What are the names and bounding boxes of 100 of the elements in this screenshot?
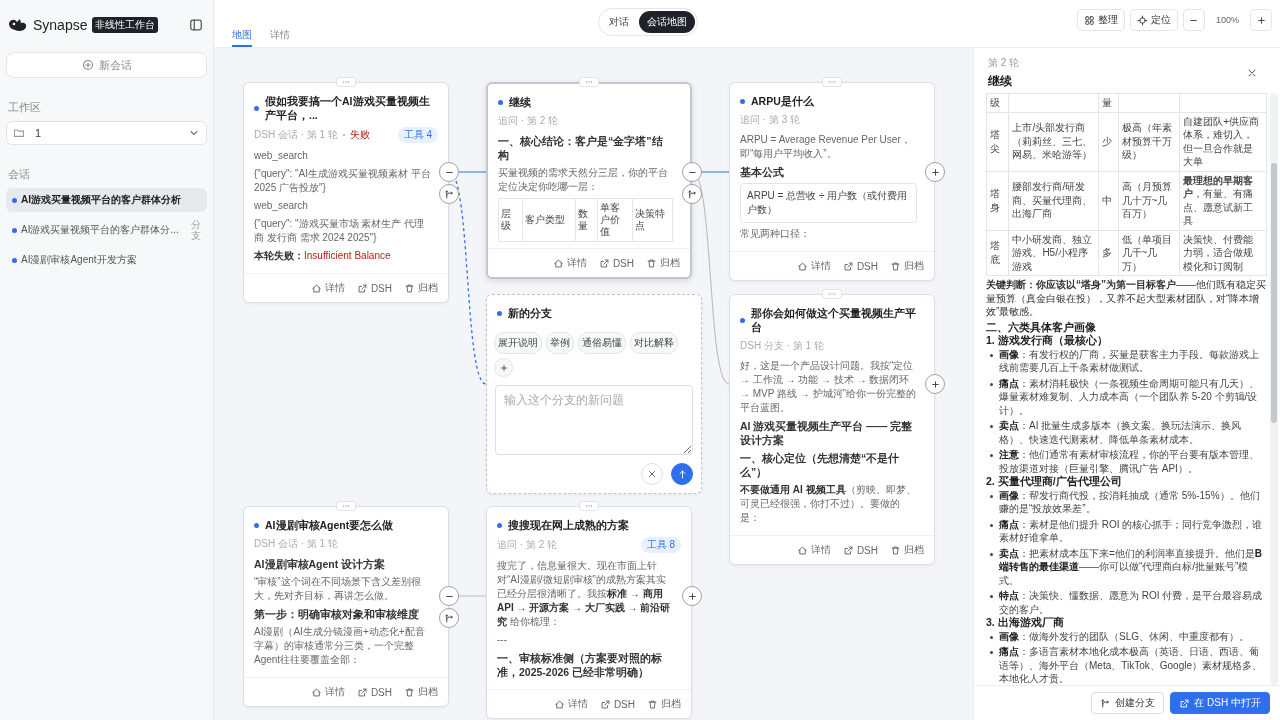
expand-button[interactable] bbox=[925, 162, 945, 182]
collapse-button[interactable] bbox=[439, 162, 459, 182]
prompt-chip[interactable]: 通俗易懂 bbox=[578, 332, 626, 354]
node-card[interactable]: 搜搜现在网上成熟的方案 追问 · 第 2 轮 工具 8 搜完了，信息量很大。现在市面上针对“AI漫剧/微短剧审核”的成熟方案其实已经分层很清晰了。我按标准 → 商用API → 开源方案 → 大厂实践 → 前沿研究 给你梳理： --- 一、审核标准侧（方案要对照的标准，2025-2026 已经非常明确） 详情 DSH 归档 bbox=[486, 506, 692, 719]
branch-icon bbox=[443, 188, 455, 200]
node-card[interactable]: 继续 追问 · 第 2 轮 一、核心结论：客户是“金字塔”结构 买量视频的需求天然分三层，你的平台定位决定你吃哪一层： 层级 客户类型 数量 单客户价值 决策特点 详情 DSH 归档 bbox=[486, 82, 692, 279]
node-action[interactable]: 归档 bbox=[646, 256, 680, 270]
bullet-dot bbox=[497, 522, 502, 528]
section-heading: 第一步：明确审核对象和审核维度 bbox=[254, 607, 420, 621]
table-cell: 塔尖 bbox=[986, 112, 1009, 171]
house-icon bbox=[796, 544, 808, 556]
body-text: {"query": "游戏买量市场 素材生产 代理商 发行商 需求 2024 2025"} bbox=[254, 217, 426, 245]
house-icon bbox=[553, 698, 565, 710]
cancel-button[interactable] bbox=[641, 463, 663, 485]
toggle-option[interactable]: 对话 bbox=[601, 11, 637, 33]
prompt-chip[interactable]: 展开说明 bbox=[494, 332, 542, 354]
node-action[interactable]: 归档 bbox=[647, 697, 681, 711]
body-text: web_search bbox=[254, 199, 309, 213]
list-item-text: 画像：有发行权的厂商，买量是获客主力手段。每款游戏上线前需要几百上千条素材做测试。 bbox=[999, 347, 1260, 375]
bullet-dot bbox=[990, 523, 993, 527]
node-action[interactable]: DSH bbox=[599, 697, 635, 711]
scrollbar[interactable] bbox=[1270, 93, 1278, 685]
table-header-cell: 数量 bbox=[575, 198, 598, 242]
table-header-cell: 量 bbox=[1098, 93, 1119, 112]
prompt-chip[interactable]: 举例 bbox=[546, 332, 574, 354]
node-action[interactable]: DSH bbox=[598, 256, 634, 270]
bullet-dot bbox=[990, 494, 993, 498]
expand-button[interactable] bbox=[682, 586, 702, 606]
view-tab[interactable]: 详情 bbox=[270, 28, 290, 47]
prompt-chip[interactable]: 对比解释 bbox=[630, 332, 678, 354]
expand-button[interactable] bbox=[925, 374, 945, 394]
bullet-dot bbox=[12, 257, 17, 263]
session-title: AI漫剧审核Agent开发方案 bbox=[21, 253, 137, 267]
session-item[interactable]: AI游戏买量视频平台的客户群体分... 分支 bbox=[6, 214, 207, 246]
node-card[interactable]: 假如我要搞一个AI游戏买量视频生产平台，... DSH 会话 · 第 1 轮 失败 工具 4 web_search {"query": "AI生成游戏买量视频素材 平台 2025 广告投放"} web_search {"query": "游戏买量市场 素材生产 代理商 发行商 需求 2024 2025"} 本轮失败：Insufficient Balance 详情 DSH 归档 bbox=[243, 82, 449, 303]
add-chip-button[interactable] bbox=[494, 358, 513, 377]
node-action[interactable]: 归档 bbox=[890, 543, 924, 557]
node-action[interactable]: 详情 bbox=[310, 685, 345, 699]
open-in-dsh-button[interactable]: 在 DSH 中打开 bbox=[1170, 692, 1270, 714]
branch-button[interactable] bbox=[439, 184, 459, 204]
collapse-button[interactable] bbox=[439, 586, 459, 606]
table-cell: 多 bbox=[1098, 230, 1119, 276]
body-text: “审核”这个词在不同场景下含义差别很大，先对齐目标，再讲怎么做。 bbox=[254, 575, 422, 603]
session-title: AI游戏买量视频平台的客户群体分... bbox=[21, 223, 179, 237]
node-action[interactable]: 详情 bbox=[796, 259, 831, 273]
node-card[interactable]: ARPU是什么 追问 · 第 3 轮 ARPU = Average Revenue Per User，即“每用户平均收入”。 基本公式 ARPU = 总营收 ÷ 用户数（或付费用户数） 常见两种口径： 详情 DSH 归档 bbox=[729, 82, 935, 281]
plus-icon bbox=[686, 590, 698, 602]
table-cell: 少 bbox=[1098, 112, 1119, 171]
arrange-button[interactable]: 整理 bbox=[1076, 9, 1125, 31]
toggle-option[interactable]: 会话地图 bbox=[639, 11, 695, 33]
new-session-button[interactable]: 新会话 bbox=[6, 52, 207, 78]
node-action[interactable]: DSH bbox=[356, 281, 392, 295]
send-button[interactable] bbox=[671, 463, 693, 485]
locate-button[interactable]: 定位 bbox=[1129, 9, 1178, 31]
table-header-cell: 级 bbox=[986, 93, 1009, 112]
table-header-cell: 决策特点 bbox=[632, 198, 673, 242]
zoom-in-button[interactable] bbox=[1250, 9, 1272, 31]
subsection-heading: 2. 买量代理商/广告代理公司 bbox=[986, 475, 1123, 489]
table-cell: 上市/头部发行商（莉莉丝、三七、网易、米哈游等） bbox=[1008, 112, 1099, 171]
node-meta: 追问 · 第 2 轮 bbox=[497, 538, 557, 552]
external-link-icon bbox=[842, 544, 854, 556]
node-action[interactable]: 详情 bbox=[796, 543, 831, 557]
node-title: 继续 bbox=[509, 95, 531, 109]
session-item[interactable]: AI漫剧审核Agent开发方案 bbox=[6, 248, 207, 272]
bullet-dot bbox=[740, 317, 745, 323]
section-heading: 基本公式 bbox=[740, 165, 785, 179]
node-action[interactable]: 详情 bbox=[310, 281, 345, 295]
node-action[interactable]: 归档 bbox=[404, 281, 438, 295]
branch-button[interactable] bbox=[439, 608, 459, 628]
node-card[interactable]: 那你会如何做这个买量视频生产平台 DSH 分支 · 第 1 轮 好，这是一个产品设计问题。我按“定位 → 工作流 → 功能 → 技术 → 数据闭环 → MVP 路线 → 护城河”给你一份完整的平台蓝图。 AI 游戏买量视频生产平台 —— 完整设计方案 一、核心定位（先想清楚“不是什么”） 不要做通用 AI 视频工具（剪映、即梦、可灵已经很强，你打不过）。要做的是： 详情 DSH 归档 bbox=[729, 294, 935, 565]
node-meta: DSH 会话 · 第 1 轮 bbox=[254, 537, 338, 551]
table-cell: 中 bbox=[1098, 171, 1119, 230]
question-field[interactable]: 输入这个分支的新问题 bbox=[495, 385, 693, 455]
node-action[interactable]: DSH bbox=[842, 259, 878, 273]
create-branch-button[interactable]: 创建分支 bbox=[1091, 692, 1165, 714]
section-heading: 一、核心定位（先想清楚“不是什么”） bbox=[740, 451, 901, 479]
workspace-select[interactable]: 1 bbox=[6, 121, 207, 145]
node-action[interactable]: 详情 bbox=[552, 256, 587, 270]
table-header-cell: 客户类型 bbox=[522, 198, 576, 242]
bullet-dot bbox=[497, 310, 502, 316]
node-meta: DSH 会话 · 第 1 轮 bbox=[254, 128, 338, 142]
node-card[interactable]: AI漫剧审核Agent要怎么做 DSH 会话 · 第 1 轮 AI漫剧审核Agent 设计方案 “审核”这个词在不同场景下含义差别很大，先对齐目标，再讲怎么做。 第一步：明确审核对象和审核维度 AI漫剧（AI生成分镜漫画+动态化+配音字幕）的审核通常分三类，一个完整Agent往往要覆盖全部： 详情 DSH 归档 bbox=[243, 506, 449, 707]
branch-draft-card[interactable]: 新的分支 展开说明 举例 通俗易懂 对比解释 输入这个分支的新问题 bbox=[486, 294, 702, 494]
session-item[interactable]: AI游戏买量视频平台的客户群体分析 bbox=[6, 188, 207, 212]
formula-box: ARPU = 总营收 ÷ 用户数（或付费用户数） bbox=[740, 183, 917, 223]
table-cell: 极高（年素材预算千万级） bbox=[1118, 112, 1180, 171]
section-label: 会话 bbox=[8, 167, 30, 182]
plus-icon bbox=[929, 378, 941, 390]
body-text: 好，这是一个产品设计问题。我按“定位 → 工作流 → 功能 → 技术 → 数据闭环 → MVP 路线 → 护城河”给你一份完整的平台蓝图。 bbox=[740, 359, 917, 415]
bullet-dot bbox=[12, 197, 17, 203]
section-label: 工作区 bbox=[8, 100, 41, 115]
node-action[interactable]: 归档 bbox=[890, 259, 924, 273]
node-action[interactable]: DSH bbox=[356, 685, 392, 699]
plus-icon bbox=[1255, 14, 1267, 26]
node-action[interactable]: 归档 bbox=[404, 685, 438, 699]
node-action[interactable]: DSH bbox=[842, 543, 878, 557]
table-cell: 决策快、付费能力弱，适合做规模化和订阅制 bbox=[1179, 230, 1267, 276]
arrow-up-icon bbox=[676, 468, 688, 480]
bullet-dot bbox=[254, 105, 259, 111]
node-action[interactable]: 详情 bbox=[553, 697, 588, 711]
